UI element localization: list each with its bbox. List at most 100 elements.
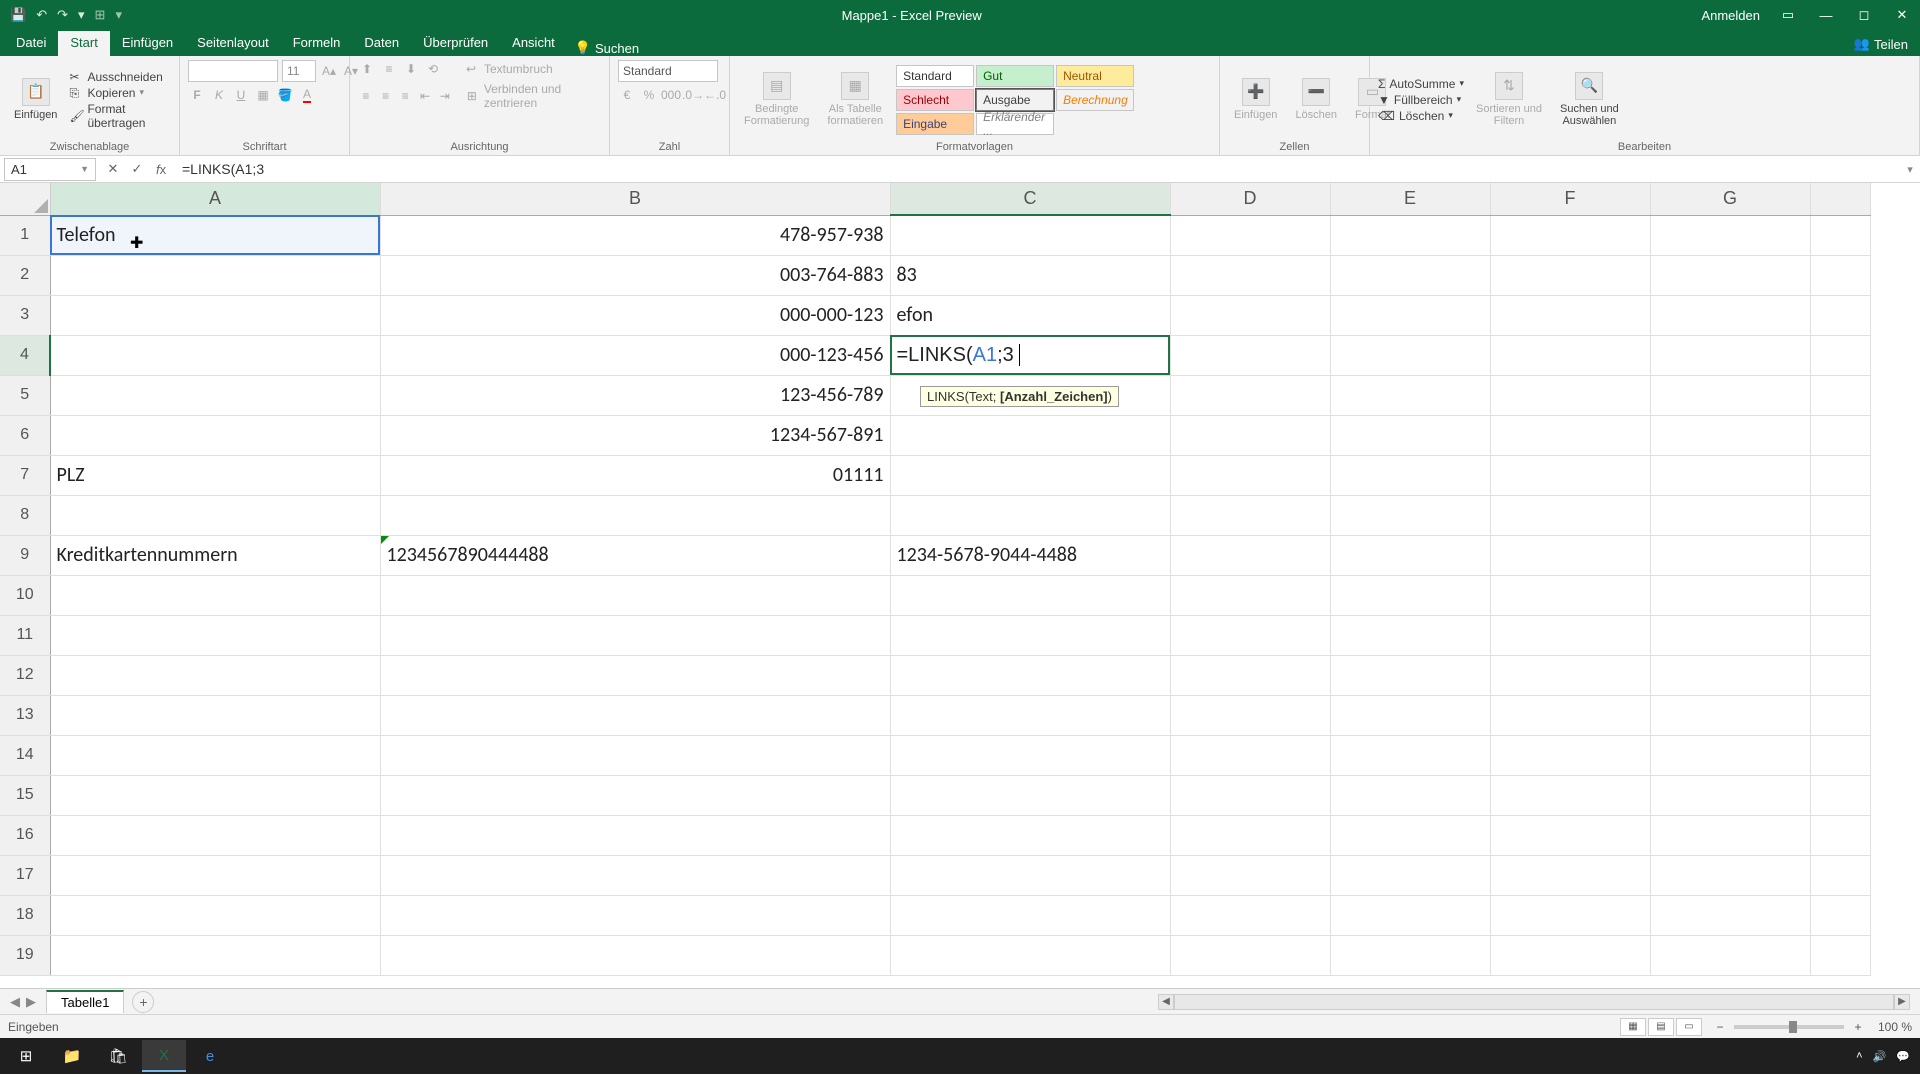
cell-E7[interactable] [1330, 455, 1490, 495]
style-gut[interactable]: Gut [976, 65, 1054, 87]
cell-G9[interactable] [1650, 535, 1810, 575]
row-header-6[interactable]: 6 [0, 415, 50, 455]
row-header-12[interactable]: 12 [0, 655, 50, 695]
sheet-nav-next-icon[interactable]: ▶ [26, 994, 36, 1010]
row-header-19[interactable]: 19 [0, 935, 50, 975]
cell-B17[interactable] [380, 855, 890, 895]
percent-icon[interactable]: % [640, 86, 658, 104]
view-normal-button[interactable]: ▦ [1620, 1018, 1646, 1036]
cell-F3[interactable] [1490, 295, 1650, 335]
cell-B8[interactable] [380, 495, 890, 535]
cell-D17[interactable] [1170, 855, 1330, 895]
tray-up-icon[interactable]: ˄ [1856, 1050, 1862, 1062]
row-header-2[interactable]: 2 [0, 255, 50, 295]
cell-D7[interactable] [1170, 455, 1330, 495]
tab-home[interactable]: Start [58, 31, 109, 56]
style-berechnung[interactable]: Berechnung [1056, 89, 1134, 111]
cell-C18[interactable] [890, 895, 1170, 935]
cell-F16[interactable] [1490, 815, 1650, 855]
tab-review[interactable]: Überprüfen [411, 31, 500, 56]
taskbar-edge-icon[interactable]: e [188, 1040, 232, 1072]
number-format-select[interactable] [618, 60, 718, 82]
col-header-F[interactable]: F [1490, 183, 1650, 215]
cell-E5[interactable] [1330, 375, 1490, 415]
style-ausgabe[interactable]: Ausgabe [976, 89, 1054, 111]
cell-E19[interactable] [1330, 935, 1490, 975]
cell-D1[interactable] [1170, 215, 1330, 255]
style-neutral[interactable]: Neutral [1056, 65, 1134, 87]
cell-B18[interactable] [380, 895, 890, 935]
qat-more-icon[interactable]: ▾ [78, 7, 85, 23]
hscroll-right-icon[interactable]: ▶ [1894, 994, 1910, 1010]
increase-decimal-icon[interactable]: .0→ [684, 86, 702, 104]
row-header-16[interactable]: 16 [0, 815, 50, 855]
row-header-5[interactable]: 5 [0, 375, 50, 415]
cell-D18[interactable] [1170, 895, 1330, 935]
orientation-icon[interactable]: ⟲ [424, 60, 442, 78]
cell-G3[interactable] [1650, 295, 1810, 335]
cell-D14[interactable] [1170, 735, 1330, 775]
name-box-dropdown-icon[interactable]: ▼ [80, 164, 89, 174]
cell-C7[interactable] [890, 455, 1170, 495]
close-button[interactable]: ✕ [1892, 7, 1912, 23]
row-header-10[interactable]: 10 [0, 575, 50, 615]
cell-F1[interactable] [1490, 215, 1650, 255]
cell-F19[interactable] [1490, 935, 1650, 975]
cell-D10[interactable] [1170, 575, 1330, 615]
cell-A5[interactable] [50, 375, 380, 415]
paste-button[interactable]: 📋 Einfügen [8, 76, 63, 123]
cell-C11[interactable] [890, 615, 1170, 655]
cell-C9[interactable]: 1234-5678-9044-4488 [890, 535, 1170, 575]
save-icon[interactable]: 💾 [10, 7, 26, 23]
cell-G19[interactable] [1650, 935, 1810, 975]
formula-input[interactable]: =LINKS(A1;3 [178, 161, 1900, 177]
align-top-icon[interactable]: ⬆ [358, 60, 376, 78]
cell-C8[interactable] [890, 495, 1170, 535]
col-header-G[interactable]: G [1650, 183, 1810, 215]
font-color-button[interactable]: A [298, 86, 316, 104]
cell-G7[interactable] [1650, 455, 1810, 495]
cut-button[interactable]: ✂Ausschneiden [69, 70, 171, 84]
align-right-icon[interactable]: ≡ [397, 87, 413, 105]
cell-D12[interactable] [1170, 655, 1330, 695]
cell-A15[interactable] [50, 775, 380, 815]
cell-D13[interactable] [1170, 695, 1330, 735]
row-header-7[interactable]: 7 [0, 455, 50, 495]
insert-cells-button[interactable]: ➕Einfügen [1228, 76, 1283, 123]
cell-F8[interactable] [1490, 495, 1650, 535]
col-header-D[interactable]: D [1170, 183, 1330, 215]
cell-A18[interactable] [50, 895, 380, 935]
cell-B1[interactable]: 478-957-938 [380, 215, 890, 255]
cell-E15[interactable] [1330, 775, 1490, 815]
hscroll-left-icon[interactable]: ◀ [1158, 994, 1174, 1010]
indent-decrease-icon[interactable]: ⇤ [417, 87, 433, 105]
share-button[interactable]: 👥 Teilen [1842, 32, 1920, 56]
wrap-text-button[interactable]: Textumbruch [484, 62, 553, 76]
cell-F4[interactable] [1490, 335, 1650, 375]
copy-button[interactable]: ⎘Kopieren ▾ [69, 86, 171, 100]
cell-A19[interactable] [50, 935, 380, 975]
zoom-in-button[interactable]: + [1850, 1020, 1866, 1034]
align-left-icon[interactable]: ≡ [358, 87, 374, 105]
cell-B12[interactable] [380, 655, 890, 695]
cell-B10[interactable] [380, 575, 890, 615]
cell-A16[interactable] [50, 815, 380, 855]
cell-F7[interactable] [1490, 455, 1650, 495]
cell-D4[interactable] [1170, 335, 1330, 375]
cell-G8[interactable] [1650, 495, 1810, 535]
cell-F17[interactable] [1490, 855, 1650, 895]
row-header-18[interactable]: 18 [0, 895, 50, 935]
cell-D3[interactable] [1170, 295, 1330, 335]
qat-customize-icon[interactable]: ▾ [115, 7, 122, 23]
font-name-input[interactable] [188, 60, 278, 82]
cell-G10[interactable] [1650, 575, 1810, 615]
cell-F14[interactable] [1490, 735, 1650, 775]
cell-B19[interactable] [380, 935, 890, 975]
signin-link[interactable]: Anmelden [1701, 8, 1760, 23]
cell-E3[interactable] [1330, 295, 1490, 335]
cell-D8[interactable] [1170, 495, 1330, 535]
tab-view[interactable]: Ansicht [500, 31, 567, 56]
spreadsheet-grid[interactable]: ABCDEFG1Telefon478-957-9382003-764-88383… [0, 183, 1920, 988]
cancel-formula-button[interactable]: ✕ [102, 158, 124, 180]
cell-D2[interactable] [1170, 255, 1330, 295]
